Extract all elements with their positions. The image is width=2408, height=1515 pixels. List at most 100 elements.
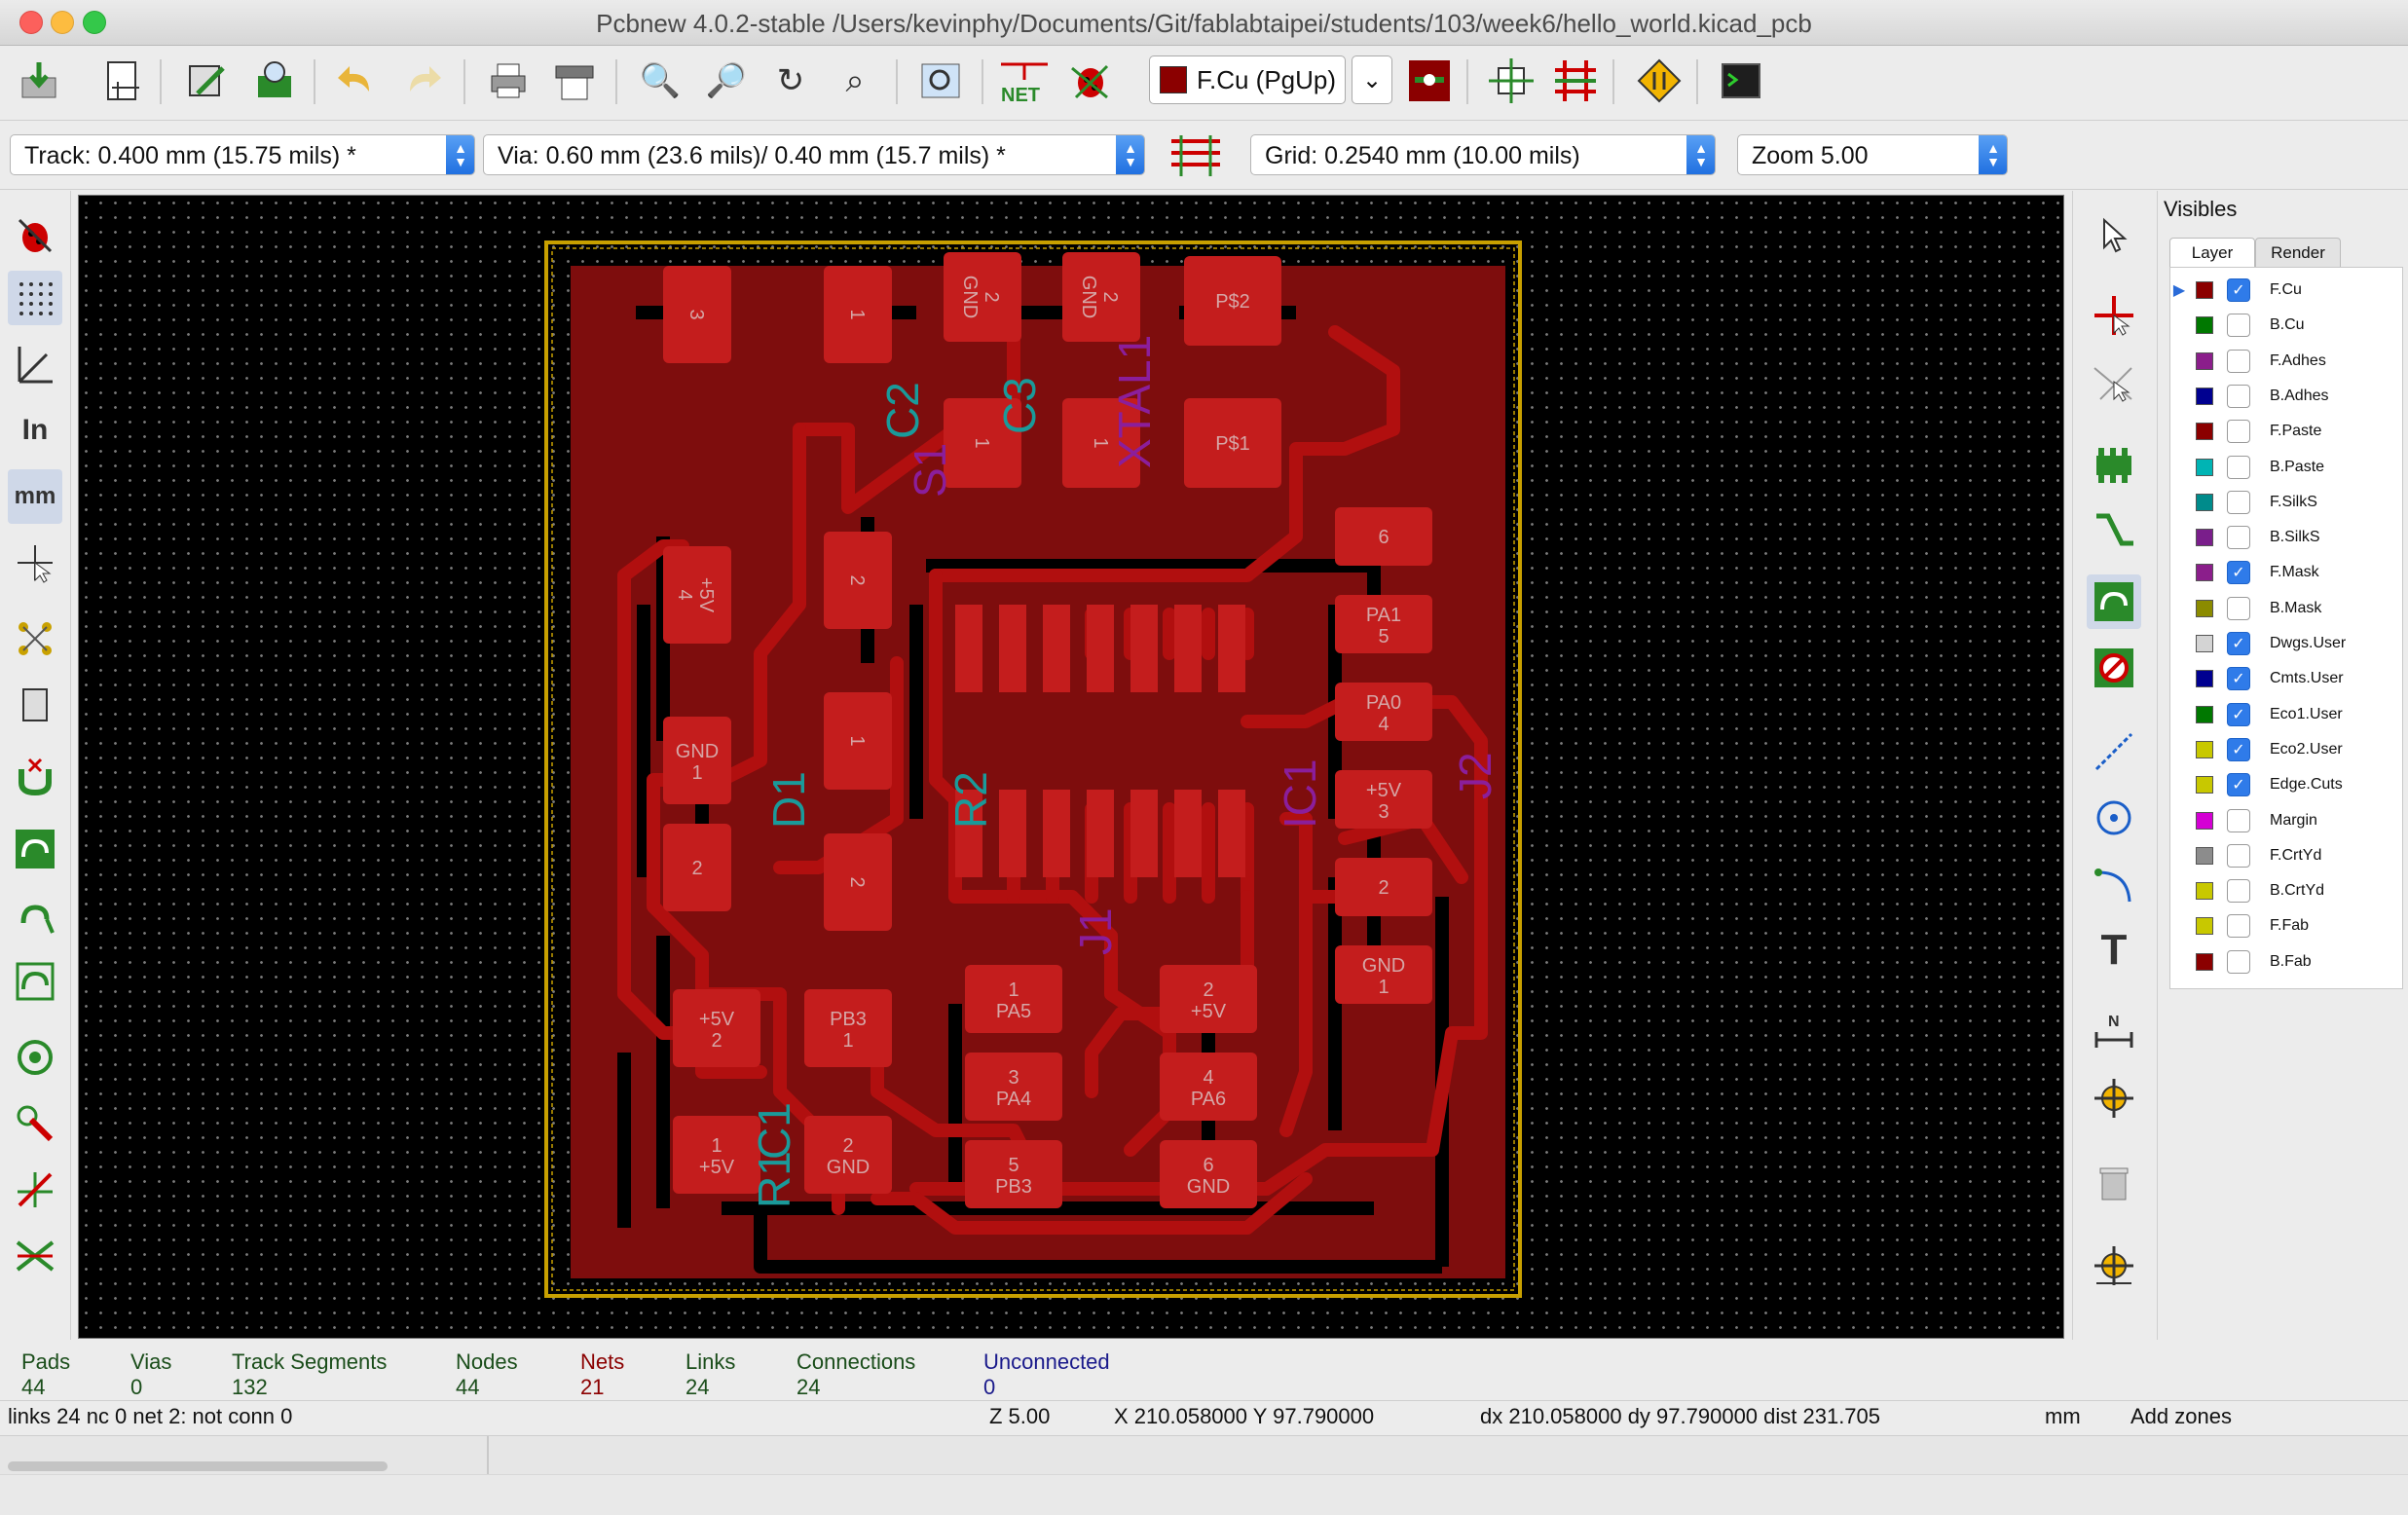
- layer-row[interactable]: B.Fab: [2170, 947, 2402, 977]
- add-track-icon[interactable]: [2087, 504, 2141, 559]
- undo-icon[interactable]: [329, 54, 384, 108]
- module-ratsnest-icon[interactable]: [8, 678, 62, 732]
- add-footprint-icon[interactable]: [2087, 438, 2141, 493]
- polar-coords-icon[interactable]: [8, 337, 62, 391]
- graphic-line-icon[interactable]: [2087, 724, 2141, 779]
- layer-color-swatch[interactable]: [2196, 493, 2213, 511]
- layer-row[interactable]: B.SilkS: [2170, 523, 2402, 552]
- layer-color-swatch[interactable]: [2196, 670, 2213, 688]
- layer-color-swatch[interactable]: [2196, 529, 2213, 547]
- dimension-icon[interactable]: N: [2087, 1005, 2141, 1059]
- microwave-icon[interactable]: [1632, 54, 1686, 108]
- show-zones-icon[interactable]: [8, 822, 62, 876]
- layer-color-swatch[interactable]: [2196, 740, 2213, 758]
- layer-visibility-checkbox[interactable]: ✓: [2227, 773, 2250, 797]
- layer-row[interactable]: ✓ Edge.Cuts: [2170, 770, 2402, 799]
- inch-units-icon[interactable]: In: [8, 403, 62, 458]
- layer-visibility-checkbox[interactable]: [2227, 420, 2250, 444]
- layer-visibility-checkbox[interactable]: [2227, 455, 2250, 479]
- mm-units-icon[interactable]: mm: [8, 469, 62, 524]
- footprint-viewer-icon[interactable]: [247, 54, 302, 108]
- horizontal-scrollbar[interactable]: [8, 1461, 388, 1471]
- footprint-editor-icon[interactable]: [179, 54, 234, 108]
- layer-color-swatch[interactable]: [2196, 316, 2213, 335]
- plot-icon[interactable]: [547, 54, 602, 108]
- pcb-canvas[interactable]: 3 1 2GND 2GND P$2 P$1 1 1 +5V4 2 1 GND 1 2 2 +5V 2 PB3 1 1 +…: [78, 195, 2064, 1339]
- layer-alignment-target-icon[interactable]: [2087, 1071, 2141, 1126]
- layer-row[interactable]: Margin: [2170, 806, 2402, 835]
- layer-row[interactable]: F.SilkS: [2170, 488, 2402, 517]
- print-icon[interactable]: [481, 54, 536, 108]
- layer-color-swatch[interactable]: [2196, 952, 2213, 971]
- layer-color-swatch[interactable]: [2196, 776, 2213, 794]
- via-size-select[interactable]: Via: 0.60 mm (23.6 mils)/ 0.40 mm (15.7 …: [483, 134, 1145, 175]
- keepout-area-icon[interactable]: [2087, 641, 2141, 695]
- zones-outline-icon[interactable]: [8, 954, 62, 1009]
- auto-delete-tracks-icon[interactable]: [8, 750, 62, 804]
- layer-row[interactable]: B.Mask: [2170, 594, 2402, 623]
- save-icon[interactable]: [12, 54, 66, 108]
- layer-row[interactable]: F.Fab: [2170, 911, 2402, 941]
- layer-row[interactable]: B.Paste: [2170, 453, 2402, 482]
- graphic-arc-icon[interactable]: [2087, 857, 2141, 911]
- layer-row[interactable]: ✓ F.Mask: [2170, 558, 2402, 587]
- layer-color-swatch[interactable]: [2196, 705, 2213, 723]
- zoom-in-icon[interactable]: 🔍: [633, 54, 687, 108]
- redo-icon[interactable]: [395, 54, 450, 108]
- layer-color-swatch[interactable]: [2196, 811, 2213, 830]
- layer-color-swatch[interactable]: [2196, 599, 2213, 617]
- active-layer-select[interactable]: F.Cu (PgUp): [1149, 55, 1346, 104]
- layer-visibility-checkbox[interactable]: [2227, 314, 2250, 338]
- layer-visibility-checkbox[interactable]: ✓: [2227, 632, 2250, 655]
- vias-sketch-icon[interactable]: [8, 1096, 62, 1151]
- layer-color-swatch[interactable]: [2196, 423, 2213, 441]
- cursor-shape-icon[interactable]: [8, 536, 62, 590]
- zoom-out-icon[interactable]: 🔎: [699, 54, 754, 108]
- layer-row[interactable]: F.Paste: [2170, 417, 2402, 446]
- layer-dropdown-button[interactable]: ⌄: [1352, 55, 1392, 104]
- layer-row[interactable]: ✓ Eco1.User: [2170, 700, 2402, 729]
- local-ratsnest-icon[interactable]: [2087, 354, 2141, 409]
- layer-row[interactable]: ✓ Dwgs.User: [2170, 629, 2402, 658]
- drc-off-icon[interactable]: [8, 208, 62, 263]
- select-arrow-icon[interactable]: [2087, 208, 2141, 263]
- layer-visibility-checkbox[interactable]: ✓: [2227, 561, 2250, 585]
- layer-row[interactable]: B.Adhes: [2170, 382, 2402, 411]
- layer-visibility-checkbox[interactable]: [2227, 914, 2250, 939]
- delete-icon[interactable]: [2087, 1155, 2141, 1209]
- layer-row[interactable]: F.Adhes: [2170, 347, 2402, 376]
- find-icon[interactable]: [913, 54, 968, 108]
- track-width-select[interactable]: Track: 0.400 mm (15.75 mils) * ▲ ▼: [10, 134, 475, 175]
- scripting-console-icon[interactable]: [1714, 54, 1768, 108]
- layer-visibility-checkbox[interactable]: [2227, 596, 2250, 620]
- redraw-icon[interactable]: ↻: [763, 54, 818, 108]
- auto-route-icon[interactable]: [1548, 54, 1603, 108]
- layer-row[interactable]: ✓ Eco2.User: [2170, 735, 2402, 764]
- layer-pair-icon[interactable]: [1402, 54, 1457, 108]
- layer-visibility-checkbox[interactable]: [2227, 490, 2250, 514]
- layer-visibility-checkbox[interactable]: [2227, 349, 2250, 373]
- layer-row[interactable]: F.CrtYd: [2170, 841, 2402, 870]
- layer-color-swatch[interactable]: [2196, 458, 2213, 476]
- grid-origin-icon[interactable]: [2087, 1238, 2141, 1293]
- zoom-select[interactable]: Zoom 5.00 ▲ ▼: [1737, 134, 2008, 175]
- page-settings-icon[interactable]: [95, 54, 150, 108]
- layer-visibility-checkbox[interactable]: [2227, 879, 2250, 904]
- layer-visibility-checkbox[interactable]: [2227, 526, 2250, 550]
- graphic-circle-icon[interactable]: [2087, 791, 2141, 845]
- layer-color-swatch[interactable]: [2196, 281, 2213, 299]
- layer-color-swatch[interactable]: [2196, 387, 2213, 405]
- auto-place-icon[interactable]: [1484, 54, 1538, 108]
- grid-toggle-icon[interactable]: [8, 271, 62, 325]
- layer-visibility-checkbox[interactable]: [2227, 384, 2250, 408]
- layer-visibility-checkbox[interactable]: ✓: [2227, 278, 2250, 302]
- layer-visibility-checkbox[interactable]: ✓: [2227, 737, 2250, 761]
- layer-visibility-checkbox[interactable]: [2227, 949, 2250, 974]
- track-via-auto-size-icon[interactable]: [1168, 129, 1223, 183]
- netlist-icon[interactable]: NET: [997, 54, 1052, 108]
- add-text-icon[interactable]: T: [2087, 923, 2141, 978]
- zoom-fit-icon[interactable]: ⌕: [828, 54, 882, 108]
- layer-row[interactable]: ✓ Cmts.User: [2170, 664, 2402, 693]
- layer-row[interactable]: B.CrtYd: [2170, 876, 2402, 905]
- layer-color-swatch[interactable]: [2196, 882, 2213, 901]
